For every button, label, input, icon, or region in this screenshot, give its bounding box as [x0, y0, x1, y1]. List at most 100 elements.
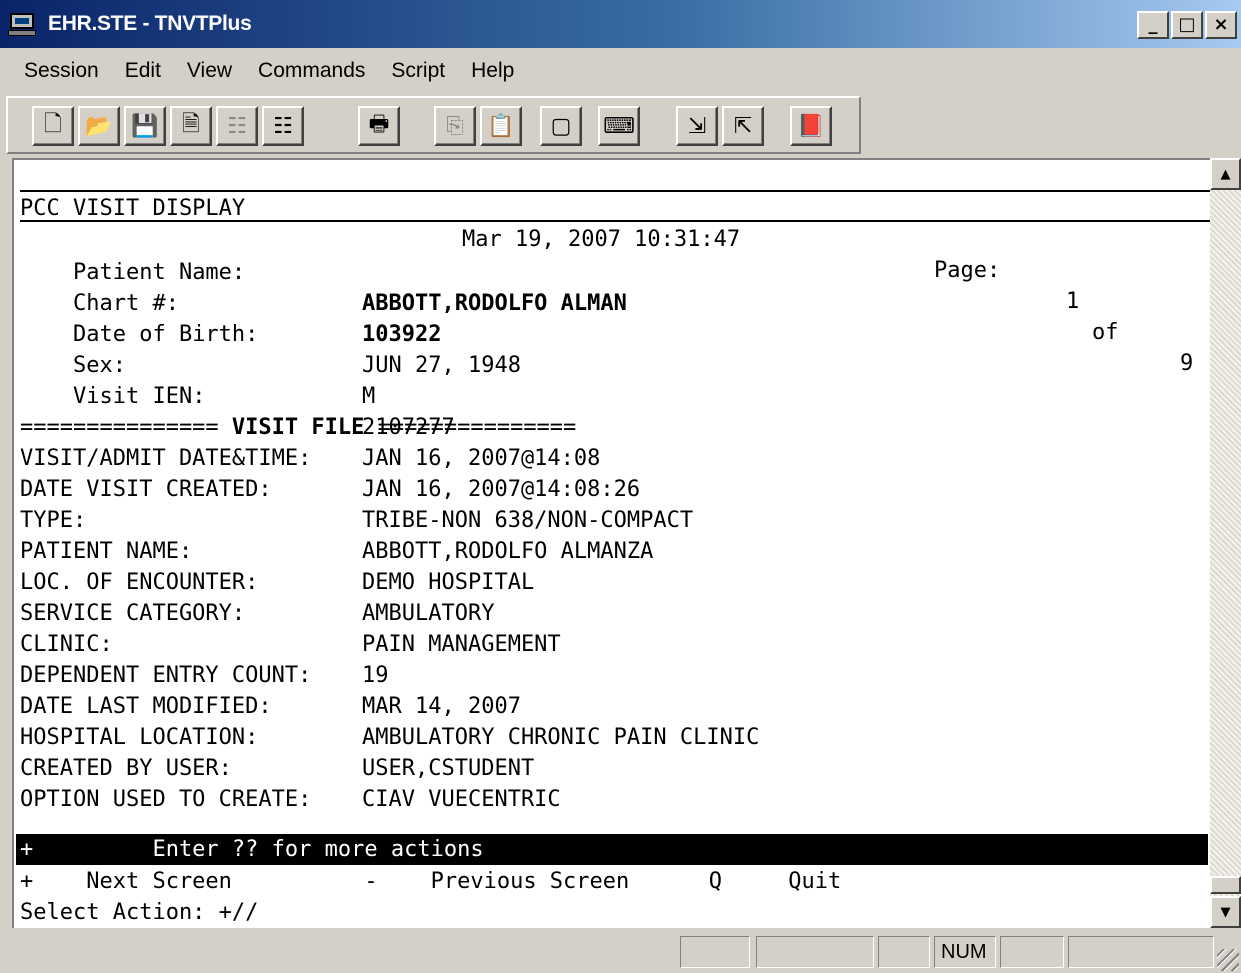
patient-field-value: M — [362, 384, 376, 409]
import-icon: ⇲ — [687, 113, 707, 139]
header-underline — [20, 190, 1210, 192]
scroll-up-button[interactable]: ▲ — [1210, 158, 1241, 190]
visit-field-label: CLINIC: — [20, 632, 113, 657]
save-icon: 💾 — [131, 113, 159, 139]
patient-row: Visit IEN: 2107277 — [20, 350, 455, 440]
patient-row: Chart #: 103922 — [20, 257, 442, 347]
visit-row: DEPENDENT ENTRY COUNT: 19 — [20, 660, 389, 691]
visit-field-label: HOSPITAL LOCATION: — [20, 725, 259, 750]
visit-row: TYPE: TRIBE-NON 638/NON-COMPACT — [20, 505, 693, 536]
patient-field-label: Visit IEN: — [72, 384, 206, 409]
visit-field-label: DATE LAST MODIFIED: — [20, 694, 272, 719]
visit-field-value: MAR 14, 2007 — [362, 694, 521, 719]
visit-field-value: JAN 16, 2007@14:08:26 — [362, 477, 641, 502]
paste-icon: 📋 — [487, 113, 515, 139]
export-icon: ⇱ — [733, 113, 753, 139]
resize-grip-icon[interactable] — [1217, 949, 1239, 971]
visit-field-value: PAIN MANAGEMENT — [362, 632, 561, 657]
status-pane — [1068, 936, 1214, 968]
visit-field-label: DATE VISIT CREATED: — [20, 477, 272, 502]
status-pane — [1000, 936, 1064, 968]
visit-field-value: ABBOTT,RODOLFO ALMANZA — [362, 539, 654, 564]
vertical-scrollbar[interactable]: ▲ ▼ — [1210, 158, 1241, 928]
screen-header: PCC VISIT DISPLAY Mar 19, 2007 10:31:47 … — [20, 162, 1193, 376]
page-of: of — [1092, 320, 1119, 345]
visit-row: LOC. OF ENCOUNTER: DEMO HOSPITAL — [20, 567, 534, 598]
new-file-button[interactable]: 🗋 — [32, 106, 74, 146]
patient-row: Patient Name: ABBOTT,RODOLFO ALMAN — [20, 226, 627, 316]
open-button[interactable]: 📂 — [78, 106, 120, 146]
help-button[interactable]: 📕 — [790, 106, 832, 146]
maximize-button[interactable]: □ — [1171, 11, 1203, 39]
visit-field-value: USER,CSTUDENT — [362, 756, 535, 781]
visit-field-value: TRIBE-NON 638/NON-COMPACT — [362, 508, 694, 533]
page-label: Page: — [934, 258, 1001, 283]
menu-view[interactable]: View — [173, 59, 244, 83]
menu-help[interactable]: Help — [457, 59, 526, 83]
patient-field-value: JUN 27, 1948 — [362, 353, 521, 378]
visit-row: SERVICE CATEGORY: AMBULATORY — [20, 598, 494, 629]
section-header: =============== VISIT FILE =============… — [20, 412, 576, 443]
visit-field-value: AMBULATORY CHRONIC PAIN CLINIC — [362, 725, 760, 750]
screen-datetime: Mar 19, 2007 10:31:47 — [462, 227, 741, 252]
scroll-thumb[interactable] — [1210, 876, 1241, 894]
actions-line[interactable]: + Next Screen - Previous Screen Q Quit — [20, 866, 841, 897]
section-rule-left: =============== — [20, 415, 232, 440]
terminal-screen[interactable]: PCC VISIT DISPLAY Mar 19, 2007 10:31:47 … — [12, 158, 1210, 928]
visit-field-label: CREATED BY USER: — [20, 756, 232, 781]
visit-row: VISIT/ADMIT DATE&TIME: JAN 16, 2007@14:08 — [20, 443, 600, 474]
command-prompt[interactable]: Select Action: +// — [20, 897, 258, 928]
print-icon: 🖶 — [368, 112, 390, 137]
visit-field-value: CIAV VUECENTRIC — [362, 787, 561, 812]
keyboard-button[interactable]: ⌨ — [598, 106, 640, 146]
title-bar: EHR.STE - TNVTPlus _ □ × — [0, 0, 1241, 48]
visit-field-value: 19 — [362, 663, 389, 688]
arrow-down-icon: ▼ — [1220, 904, 1231, 920]
visit-field-label: DEPENDENT ENTRY COUNT: — [20, 663, 312, 688]
visit-field-label: LOC. OF ENCOUNTER: — [20, 570, 259, 595]
visit-field-value: AMBULATORY — [362, 601, 495, 626]
save-button[interactable]: 💾 — [124, 106, 166, 146]
menu-edit[interactable]: Edit — [111, 59, 173, 83]
import-button[interactable]: ⇲ — [676, 106, 718, 146]
scroll-down-button[interactable]: ▼ — [1210, 896, 1241, 928]
window-title: EHR.STE - TNVTPlus — [48, 12, 252, 35]
num-lock-indicator: NUM — [934, 936, 996, 968]
close-button[interactable]: × — [1205, 11, 1237, 39]
menu-bar: Session Edit View Commands Script Help — [0, 50, 1241, 92]
terminal-app-icon[interactable] — [8, 11, 38, 37]
properties-icon: 🗎 — [182, 112, 200, 137]
patient-field-value: ABBOTT,RODOLFO ALMAN — [362, 291, 627, 316]
new-file-icon: 🗋 — [44, 112, 62, 137]
patient-field-value: 103922 — [362, 322, 442, 347]
section-title: VISIT FILE — [231, 415, 365, 440]
toolbar: 🗋 📂 💾 🗎 ☷ ☷ 🖶 ⎘ 📋 ▢ ⌨ ⇲ ⇱ 📕 — [6, 96, 861, 154]
visit-field-label: PATIENT NAME: — [20, 539, 193, 564]
paste-button[interactable]: 📋 — [480, 106, 522, 146]
patient-row: Sex: M — [20, 319, 375, 409]
copy-icon: ⎘ — [446, 113, 464, 139]
action-bar: + Enter ?? for more actions — [16, 834, 1208, 865]
copy-button[interactable]: ⎘ — [434, 106, 476, 146]
properties-button[interactable]: 🗎 — [170, 106, 212, 146]
page-total: 9 — [1180, 351, 1194, 376]
visit-field-value: DEMO HOSPITAL — [362, 570, 535, 595]
menu-session[interactable]: Session — [0, 59, 111, 83]
visit-row: CLINIC: PAIN MANAGEMENT — [20, 629, 561, 660]
status-pane — [878, 936, 930, 968]
visit-row: DATE VISIT CREATED: JAN 16, 2007@14:08:26 — [20, 474, 640, 505]
window-button[interactable]: ▢ — [540, 106, 582, 146]
settings-button[interactable]: ☷ — [262, 106, 304, 146]
visit-row: CREATED BY USER: USER,CSTUDENT — [20, 753, 534, 784]
status-pane — [756, 936, 874, 968]
maximize-icon: □ — [1178, 14, 1196, 35]
help-book-icon: 📕 — [797, 113, 825, 139]
print-button[interactable]: 🖶 — [358, 106, 400, 146]
minimize-button[interactable]: _ — [1137, 11, 1169, 39]
menu-script[interactable]: Script — [377, 59, 457, 83]
menu-commands[interactable]: Commands — [244, 59, 377, 83]
export-button[interactable]: ⇱ — [722, 106, 764, 146]
patient-row: Date of Birth: JUN 27, 1948 — [20, 288, 521, 378]
disabled-settings-button[interactable]: ☷ — [216, 106, 258, 146]
keyboard-icon: ⌨ — [603, 113, 635, 139]
